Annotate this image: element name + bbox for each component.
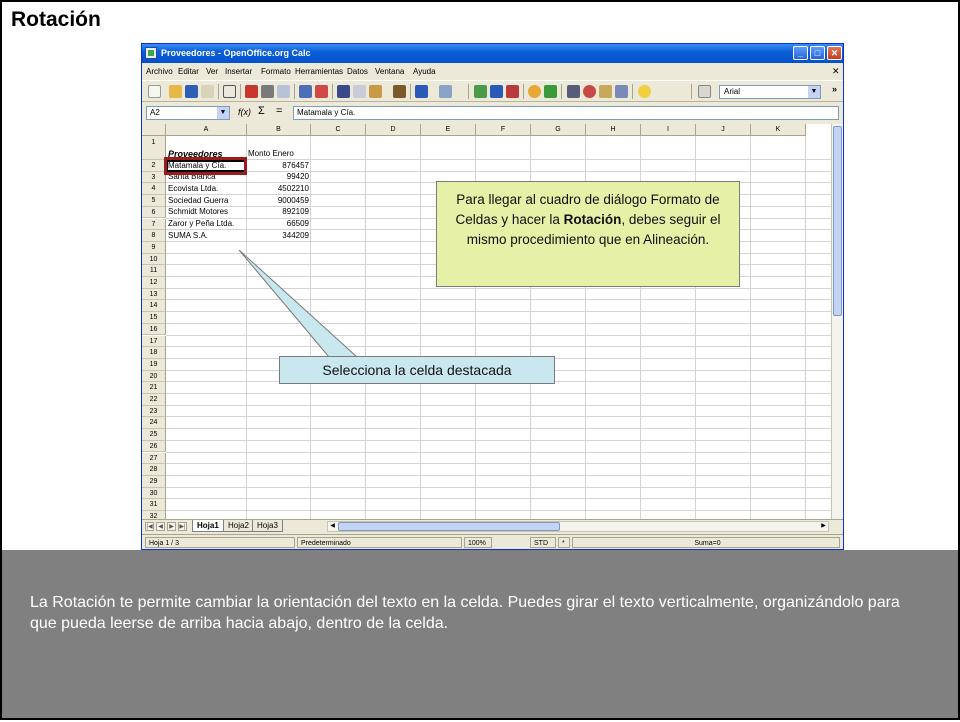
explanation-text: La Rotación te permite cambiar la orient… (30, 594, 900, 632)
instruction-callout: Para llegar al cuadro de diálogo Formato… (436, 181, 740, 287)
slide: Rotación Proveedores - OpenOffice.org Ca… (0, 0, 960, 720)
highlighted-cell-marker (164, 157, 247, 175)
explanation-panel: La Rotación te permite cambiar la orient… (2, 550, 958, 718)
callout-bold-text: Rotación (563, 212, 622, 227)
select-cell-callout: Selecciona la celda destacada (279, 356, 555, 384)
